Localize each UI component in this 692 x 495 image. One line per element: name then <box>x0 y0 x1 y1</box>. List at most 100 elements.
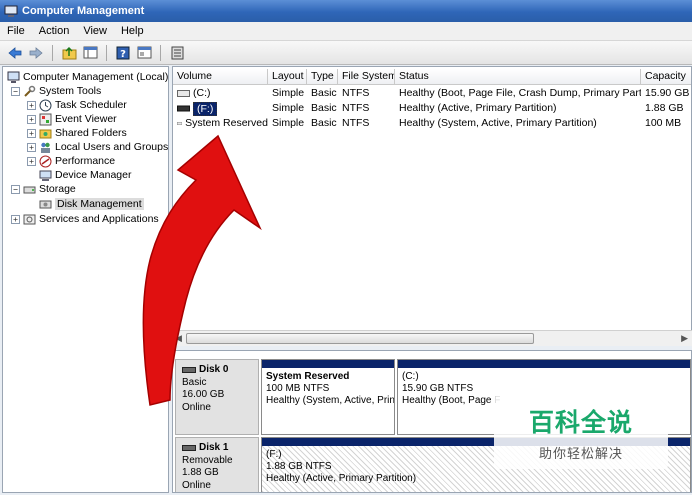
window-title: Computer Management <box>22 5 145 17</box>
disk-0-name: Disk 0 <box>199 364 229 375</box>
column-capacity[interactable]: Capacity <box>641 69 691 85</box>
horizontal-scrollbar[interactable]: ◀ ▶ <box>172 330 692 346</box>
tree-item-disk-management[interactable]: Disk Management <box>39 197 144 211</box>
properties-icon <box>137 46 151 59</box>
menu-view[interactable]: View <box>76 25 114 37</box>
expand-toggle[interactable]: + <box>27 100 36 110</box>
removable-drive-icon <box>177 105 190 112</box>
watermark-subtitle: 助你轻松解决 <box>538 447 623 462</box>
console-tree: Computer Management (Local) − System Too… <box>2 66 169 493</box>
disk-0-kind: Basic <box>182 376 207 388</box>
tree-item-system-tools[interactable]: − System Tools <box>11 84 101 98</box>
file-system-cell: NTFS <box>342 117 370 129</box>
tree-label-root: Computer Management (Local) <box>23 71 169 83</box>
help-button[interactable]: ? <box>114 44 132 62</box>
layout-cell: Simple <box>272 117 305 129</box>
capacity-cell: 1.88 GB <box>645 102 684 114</box>
scroll-left-icon[interactable]: ◀ <box>175 333 182 344</box>
layout-cell: Simple <box>272 87 305 99</box>
title-bar: Computer Management <box>0 0 692 22</box>
disk-1-info[interactable]: Disk 1 Removable 1.88 GB Online <box>175 437 259 492</box>
tree-label-services: Services and Applications <box>39 213 159 225</box>
file-system-cell: NTFS <box>342 87 370 99</box>
tree-item-local-users[interactable]: + Local Users and Groups <box>27 140 168 154</box>
storage-icon <box>23 186 36 193</box>
table-row[interactable]: System Reserved Simple Basic NTFS Health… <box>173 116 691 131</box>
users-icon <box>41 142 50 153</box>
menu-file[interactable]: File <box>0 25 32 37</box>
expand-toggle[interactable]: + <box>27 142 36 152</box>
folder-up-icon <box>62 46 76 59</box>
up-one-level-button[interactable] <box>60 44 78 62</box>
back-button[interactable] <box>6 44 24 62</box>
disk-1-size: 1.88 GB <box>182 467 219 478</box>
volume-list-header: Volume Layout Type File System Status Ca… <box>173 69 691 85</box>
tree-label-shared-folders: Shared Folders <box>55 127 127 139</box>
capacity-cell: 15.90 GB <box>645 87 690 99</box>
disk-0-info[interactable]: Disk 0 Basic 16.00 GB Online <box>175 359 259 435</box>
volume-name: System Reserved <box>185 117 268 129</box>
collapse-toggle[interactable]: − <box>11 184 20 194</box>
toolbar-separator <box>106 44 107 61</box>
table-row[interactable]: (F:) Simple Basic NTFS Healthy (Active, … <box>173 101 691 116</box>
tree-item-root[interactable]: Computer Management (Local) <box>7 70 168 84</box>
scrollbar-thumb[interactable] <box>186 333 534 344</box>
column-volume[interactable]: Volume <box>173 69 268 85</box>
type-cell: Basic <box>311 87 337 99</box>
collapse-toggle[interactable]: − <box>11 86 20 96</box>
menu-help[interactable]: Help <box>114 25 151 37</box>
toolbar-separator <box>52 44 53 61</box>
computer-management-icon <box>4 5 18 17</box>
tree-item-performance[interactable]: + Performance <box>27 154 115 168</box>
tree-item-storage[interactable]: − Storage <box>11 182 76 196</box>
partition-size: 100 MB NTFS <box>266 383 330 394</box>
partition-system-reserved[interactable]: System Reserved 100 MB NTFS Healthy (Sys… <box>261 359 395 435</box>
event-viewer-icon <box>39 113 52 125</box>
column-type[interactable]: Type <box>307 69 338 85</box>
volume-cell: (C:) <box>173 86 268 101</box>
tree-item-device-manager[interactable]: Device Manager <box>39 168 131 182</box>
device-manager-icon <box>39 170 52 181</box>
status-cell: Healthy (Active, Primary Partition) <box>399 102 557 114</box>
expand-toggle[interactable]: + <box>11 214 20 224</box>
partition-stripe <box>398 360 690 368</box>
disk-0-title: Disk 0 <box>182 364 252 377</box>
tree-label-local-users: Local Users and Groups <box>55 141 169 153</box>
expand-toggle[interactable]: + <box>27 114 36 124</box>
drive-icon <box>177 122 183 125</box>
tree-label-event-viewer: Event Viewer <box>55 113 117 125</box>
column-layout[interactable]: Layout <box>268 69 307 85</box>
scroll-right-icon[interactable]: ▶ <box>681 333 688 344</box>
tree-item-shared-folders[interactable]: + Shared Folders <box>27 126 127 140</box>
tree-item-services[interactable]: + Services and Applications <box>11 212 159 226</box>
volume-name: (C:) <box>193 87 211 99</box>
disk-properties-button[interactable] <box>168 44 186 62</box>
console-tree-icon <box>83 46 97 59</box>
toolbar-separator <box>160 44 161 61</box>
tree-item-task-scheduler[interactable]: + Task Scheduler <box>27 98 127 112</box>
volume-list: Volume Layout Type File System Status Ca… <box>172 66 692 346</box>
disk-1-kind: Removable <box>182 454 233 466</box>
table-row[interactable]: (C:) Simple Basic NTFS Healthy (Boot, Pa… <box>173 86 691 101</box>
partition-stripe <box>262 360 394 368</box>
column-status[interactable]: Status <box>395 69 641 85</box>
expand-toggle[interactable]: + <box>27 156 36 166</box>
services-icon <box>23 214 36 224</box>
column-file-system[interactable]: File System <box>338 69 395 85</box>
svg-text:?: ? <box>120 49 126 60</box>
menu-bar: File Action View Help <box>0 22 692 41</box>
help-icon: ? <box>116 46 130 60</box>
volume-cell: (F:) <box>173 101 268 116</box>
partition-status: Healthy (System, Active, Prin <box>266 395 395 406</box>
properties-button[interactable] <box>135 44 153 62</box>
watermark-title: 百科全说 <box>528 408 633 437</box>
volume-cell: System Reserved <box>173 116 268 131</box>
menu-action[interactable]: Action <box>32 25 77 37</box>
partition-size: 15.90 GB NTFS <box>402 383 474 394</box>
expand-toggle[interactable]: + <box>27 128 36 138</box>
show-hide-tree-button[interactable] <box>81 44 99 62</box>
forward-button[interactable] <box>27 44 45 62</box>
tree-item-event-viewer[interactable]: + Event Viewer <box>27 112 117 126</box>
capacity-cell: 100 MB <box>645 117 682 129</box>
hard-disk-icon <box>182 367 196 374</box>
